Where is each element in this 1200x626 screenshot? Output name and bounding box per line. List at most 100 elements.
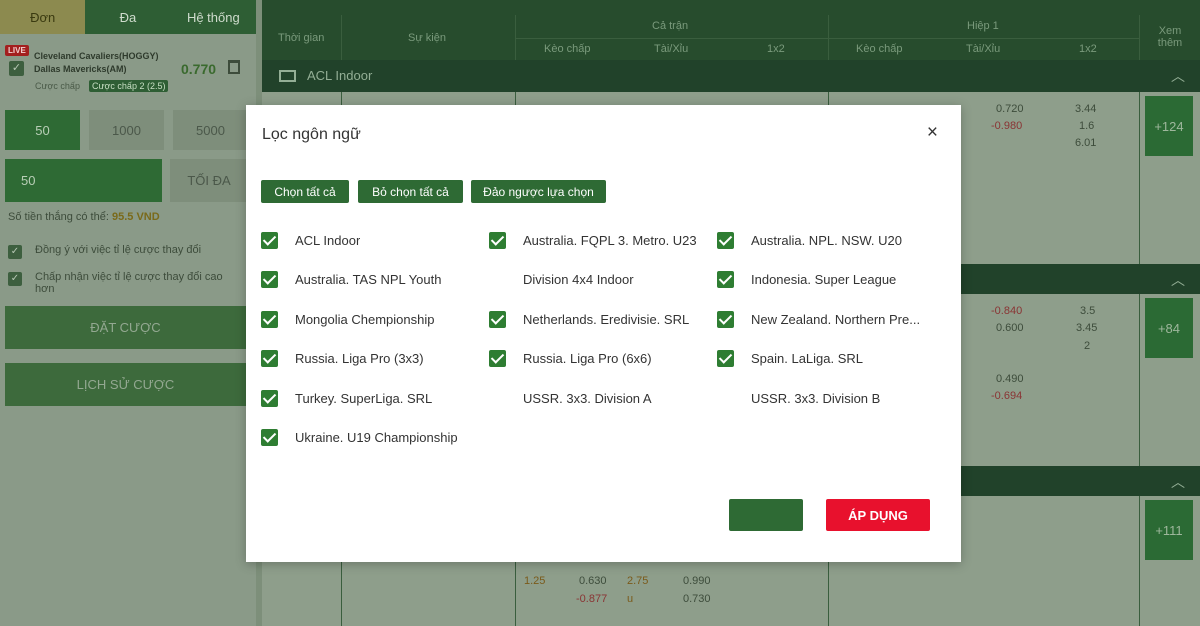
tab-system[interactable]: Hệ thống [170,0,256,34]
modal-title: Lọc ngôn ngữ [262,126,361,143]
bet-type-label: Cược chấp [35,81,80,91]
league-option[interactable]: Russia. Liga Pro (6x6) [489,348,711,368]
odds-cell[interactable]: -0.877 [576,593,607,605]
league-option-label: Mongolia Chempionship [295,311,435,327]
apply-button[interactable]: ÁP DỤNG [826,499,930,531]
league-option[interactable]: Australia. NPL. NSW. U20 [717,230,939,250]
accept-odds-change-option[interactable]: ✓ Đồng ý với việc tỉ lệ cược thay đổi [8,244,201,259]
league-option[interactable]: Division 4x4 Indoor [489,269,711,289]
league-option[interactable]: New Zealand. Northern Pre... [717,309,939,329]
checkbox-icon[interactable]: ✓ [8,272,22,286]
max-stake-button[interactable]: TỐI ĐA [170,159,248,202]
league-name: ACL Indoor [307,68,373,83]
deselect-all-button[interactable]: Bỏ chọn tất cả [358,180,463,203]
header-over-under: Tài/Xỉu [654,43,689,55]
select-all-button[interactable]: Chọn tất cả [261,180,349,203]
collapse-icon[interactable]: ︿ [1171,472,1185,492]
league-option[interactable]: Spain. LaLiga. SRL [717,348,939,368]
league-option[interactable]: Mongolia Chempionship [261,309,483,329]
odds-cell[interactable]: 0.600 [996,322,1024,334]
league-option[interactable]: Australia. FQPL 3. Metro. U23 [489,230,711,250]
league-option[interactable]: Turkey. SuperLiga. SRL [261,388,483,408]
close-icon[interactable]: × [927,123,938,143]
league-option[interactable]: Russia. Liga Pro (3x3) [261,348,483,368]
checkbox-unchecked-icon[interactable] [717,390,734,407]
total-value: 2.75 [627,575,649,587]
see-more-button[interactable]: +111 [1145,500,1193,560]
checkbox-unchecked-icon[interactable] [489,271,506,288]
league-option-label: Australia. NPL. NSW. U20 [751,232,902,248]
bet-checkbox[interactable]: ✓ [9,61,24,76]
odds-cell[interactable]: 3.5 [1080,305,1095,317]
bet-odds: 0.770 [181,61,217,77]
league-option-label: USSR. 3x3. Division B [751,390,881,406]
quick-stakes: 50 1000 5000 [5,110,248,150]
stake-button-3[interactable]: 5000 [173,110,248,150]
table-header: Thời gian Sự kiện Cả trận Hiệp 1 Kèo chấ… [262,0,1200,60]
league-option-label: Indonesia. Super League [751,271,897,287]
checkbox-checked-icon[interactable] [261,270,278,288]
checkbox-checked-icon[interactable] [717,270,734,288]
bet-history-button[interactable]: LỊCH SỬ CƯỢC [5,363,246,406]
accept-odds-change-label: Đồng ý với việc tỉ lệ cược thay đổi [35,244,202,256]
odds-cell[interactable]: 0.630 [579,575,607,587]
collapse-icon[interactable]: ︿ [1171,270,1185,290]
trash-icon[interactable] [228,60,240,74]
checkbox-checked-icon[interactable] [717,310,734,328]
checkbox-icon[interactable]: ✓ [8,245,22,259]
odds-cell[interactable]: -0.694 [991,390,1022,402]
odds-cell[interactable]: 6.01 [1075,137,1096,149]
header-time: Thời gian [278,32,325,44]
tab-single[interactable]: Đơn [0,0,86,34]
checkbox-checked-icon[interactable] [717,349,734,367]
league-option[interactable]: Indonesia. Super League [717,269,939,289]
league-option[interactable]: ACL Indoor [261,230,483,250]
checkbox-checked-icon[interactable] [489,231,506,249]
odds-cell[interactable]: -0.980 [991,120,1022,132]
league-option-label: ACL Indoor [295,232,361,248]
checkbox-checked-icon[interactable] [261,428,278,446]
odds-cell[interactable]: -0.840 [991,305,1022,317]
header-full-match: Cả trận [652,20,689,32]
league-bar[interactable]: ACL Indoor ︿ [262,60,1200,92]
league-option[interactable]: USSR. 3x3. Division B [717,388,939,408]
header-h1-over-under: Tài/Xỉu [966,43,1001,55]
odds-cell[interactable]: 2 [1084,340,1090,352]
stake-amount-input[interactable]: 50 [5,159,162,202]
cancel-button[interactable] [729,499,803,531]
checkbox-checked-icon[interactable] [489,349,506,367]
odds-cell[interactable]: 0.720 [996,103,1024,115]
header-handicap: Kèo chấp [544,43,591,55]
stake-button-2[interactable]: 1000 [89,110,164,150]
checkbox-checked-icon[interactable] [261,231,278,249]
league-option-label: Spain. LaLiga. SRL [751,350,864,366]
accept-higher-odds-option[interactable]: ✓ Chấp nhận việc tỉ lệ cược thay đổi cao… [8,271,240,295]
odds-cell[interactable]: 1.6 [1079,120,1094,132]
checkbox-checked-icon[interactable] [717,231,734,249]
see-more-button[interactable]: +84 [1145,298,1193,358]
checkbox-checked-icon[interactable] [261,310,278,328]
checkbox-checked-icon[interactable] [489,310,506,328]
collapse-icon[interactable]: ︿ [1171,66,1185,86]
league-option[interactable]: Australia. TAS NPL Youth [261,269,483,289]
league-option[interactable]: Ukraine. U19 Championship [261,427,483,447]
checkbox-checked-icon[interactable] [261,389,278,407]
place-bet-button[interactable]: ĐẶT CƯỢC [5,306,246,349]
tab-multi[interactable]: Đa [85,0,171,34]
odds-cell[interactable]: 3.45 [1076,322,1097,334]
league-option[interactable]: Netherlands. Eredivisie. SRL [489,309,711,329]
league-option-label: Australia. FQPL 3. Metro. U23 [523,232,697,248]
odds-cell[interactable]: 0.490 [996,373,1024,385]
invert-selection-button[interactable]: Đảo ngược lựa chọn [471,180,606,203]
checkbox-unchecked-icon[interactable] [489,390,506,407]
odds-cell[interactable]: 0.990 [683,575,711,587]
odds-cell[interactable]: 3.44 [1075,103,1096,115]
header-event: Sự kiện [408,32,446,44]
stake-button-1[interactable]: 50 [5,110,80,150]
checkbox-checked-icon[interactable] [261,349,278,367]
odds-cell[interactable]: 0.730 [683,593,711,605]
league-option[interactable]: USSR. 3x3. Division A [489,388,711,408]
league-option-label: Russia. Liga Pro (6x6) [523,350,652,366]
language-filter-modal: Lọc ngôn ngữ × Chọn tất cả Bỏ chọn tất c… [246,105,961,562]
see-more-button[interactable]: +124 [1145,96,1193,156]
